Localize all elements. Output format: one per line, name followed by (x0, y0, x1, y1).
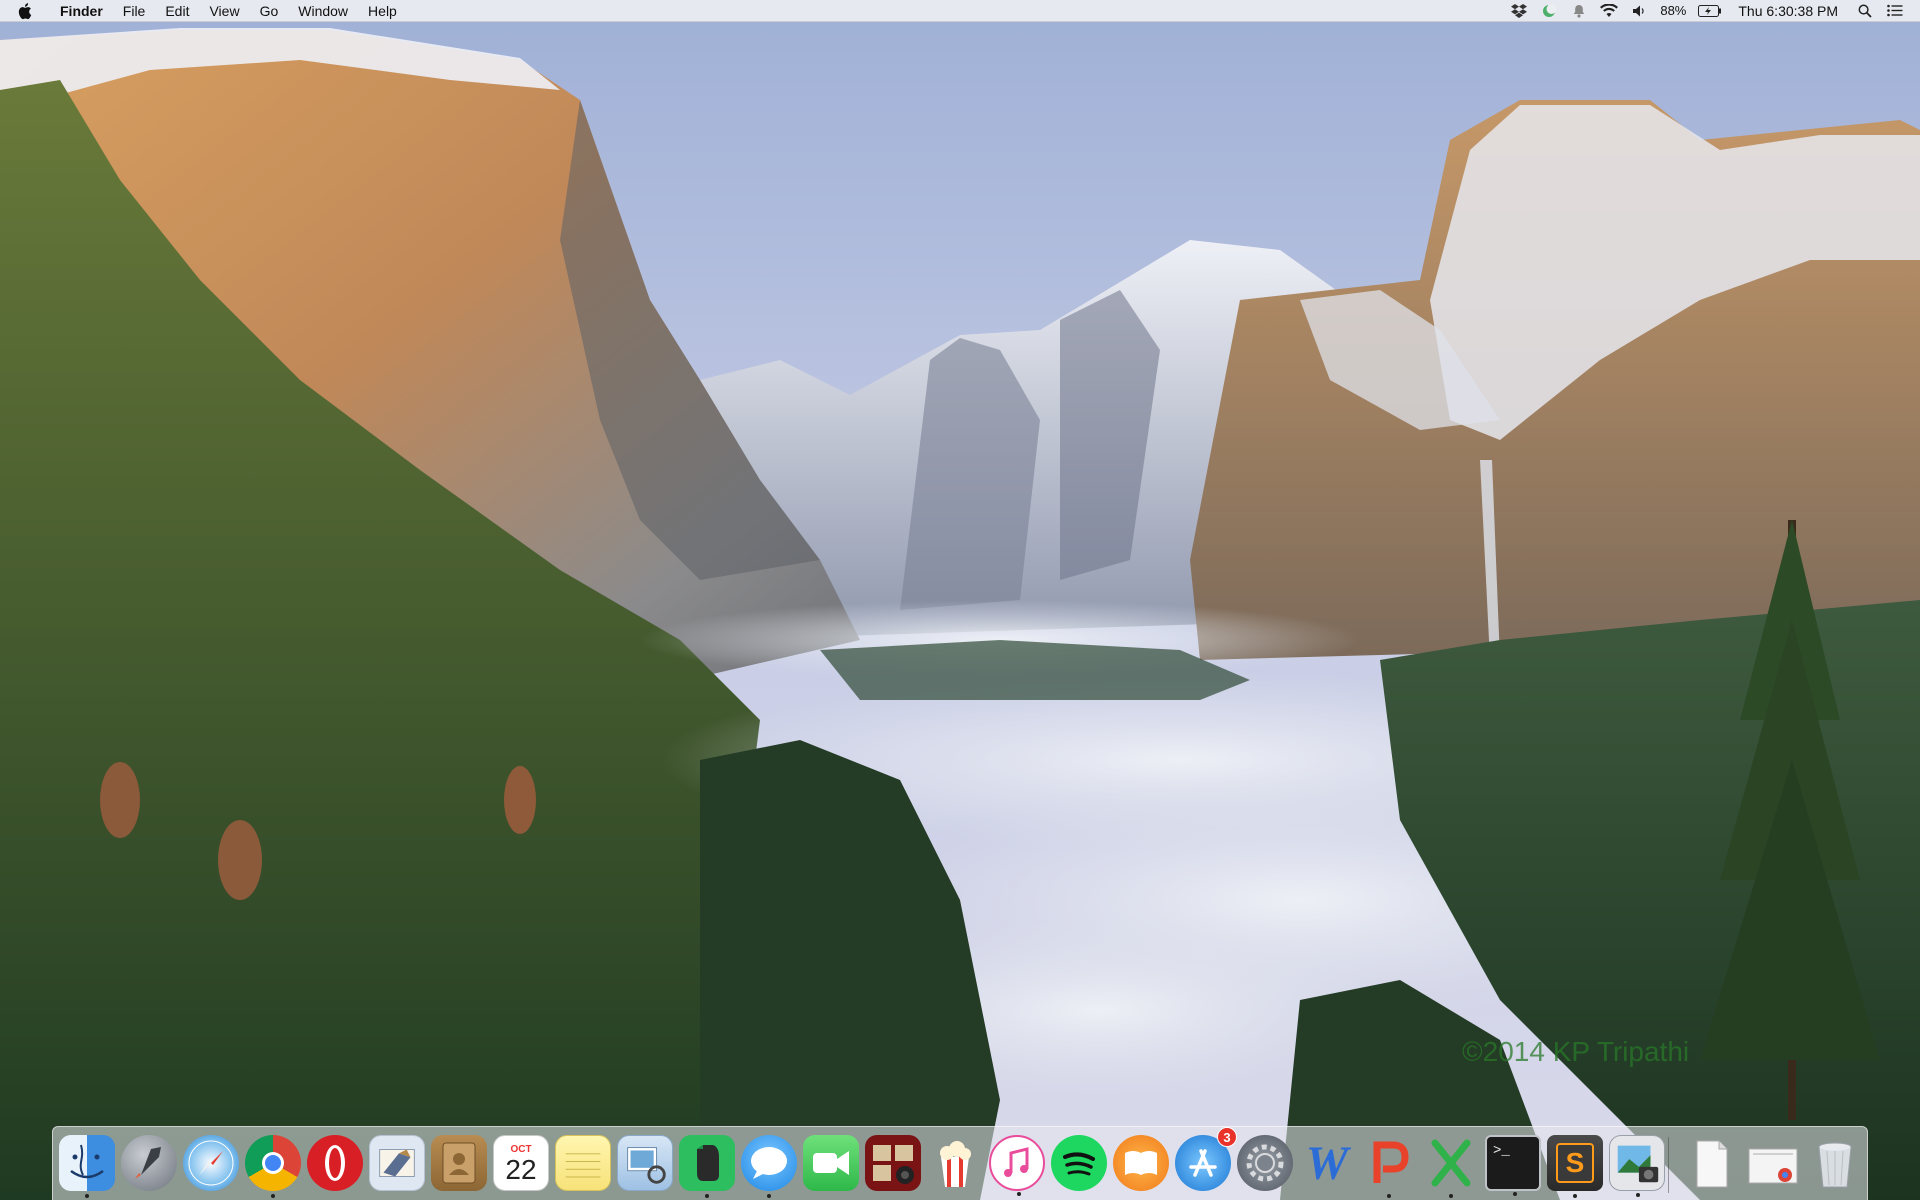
launchpad-icon (135, 1147, 161, 1179)
chrome-icon (262, 1152, 284, 1174)
image-capture-icon (1617, 1145, 1659, 1183)
dock-mail[interactable] (369, 1135, 425, 1191)
itunes-icon (1004, 1147, 1029, 1177)
dock-notes[interactable] (555, 1135, 611, 1191)
dock-system-preferences[interactable] (1237, 1135, 1293, 1191)
notification-icon[interactable] (1570, 3, 1588, 19)
dock-trash[interactable] (1807, 1135, 1863, 1191)
safari-icon (188, 1140, 234, 1186)
dock-facetime[interactable] (803, 1135, 859, 1191)
notes-icon (565, 1153, 601, 1178)
running-indicator (1636, 1193, 1640, 1197)
running-indicator (271, 1194, 275, 1198)
sublime-text-icon: S (1555, 1143, 1595, 1183)
dropbox-icon[interactable] (1510, 3, 1528, 19)
battery-icon[interactable] (1698, 3, 1722, 19)
dock-contacts[interactable] (431, 1135, 487, 1191)
wifi-icon[interactable] (1600, 3, 1619, 19)
word-icon: W (1305, 1136, 1349, 1190)
menu-view[interactable]: View (199, 0, 249, 22)
dock-safari[interactable] (183, 1135, 239, 1191)
notification-center-icon[interactable] (1886, 3, 1904, 19)
document-stack-icon (1696, 1140, 1728, 1188)
running-indicator (705, 1194, 709, 1198)
menu-help[interactable]: Help (358, 0, 407, 22)
photo-booth-icon (873, 1145, 914, 1184)
dock-separator (1668, 1137, 1669, 1193)
dock-messages[interactable] (741, 1135, 797, 1198)
preview-icon (627, 1147, 666, 1184)
downloads-stack-icon (1748, 1148, 1798, 1184)
dock-photo-booth[interactable] (865, 1135, 921, 1191)
powerpoint-icon (1373, 1141, 1409, 1183)
app-store-badge: 3 (1217, 1127, 1237, 1147)
menu-edit[interactable]: Edit (155, 0, 199, 22)
mail-icon (379, 1149, 415, 1177)
dock: OCT 22 3 W >_ S (52, 1126, 1868, 1200)
dock-ibooks[interactable] (1113, 1135, 1169, 1191)
dock-excel[interactable] (1423, 1135, 1479, 1198)
running-indicator (767, 1194, 771, 1198)
menu-bar-clock[interactable]: Thu 6:30:38 PM (1738, 3, 1838, 19)
dock-powerpoint[interactable] (1361, 1135, 1417, 1198)
dock-word[interactable]: W (1299, 1135, 1355, 1191)
ibooks-icon (1125, 1151, 1157, 1175)
spotify-icon (1063, 1152, 1095, 1176)
excel-icon (1431, 1139, 1471, 1187)
finder-icon (70, 1144, 104, 1179)
apple-menu-icon[interactable] (18, 2, 36, 20)
dock-opera[interactable] (307, 1135, 363, 1191)
dock-image-capture[interactable] (1609, 1135, 1665, 1197)
moon-icon[interactable] (1540, 3, 1558, 19)
dock-terminal[interactable]: >_ (1485, 1135, 1541, 1196)
terminal-icon: >_ (1493, 1143, 1510, 1159)
facetime-icon (813, 1151, 849, 1175)
messages-icon (751, 1147, 787, 1179)
menu-window[interactable]: Window (288, 0, 358, 22)
contacts-icon (442, 1142, 476, 1184)
wallpaper-credit-text: ©2014 KP Tripathi (1462, 1036, 1690, 1067)
dock-chrome[interactable] (245, 1135, 301, 1198)
popcorn-icon (940, 1141, 971, 1187)
running-indicator (1449, 1194, 1453, 1198)
trash-icon (1818, 1142, 1852, 1188)
dock-documents-stack[interactable] (1683, 1135, 1739, 1191)
evernote-icon (697, 1145, 719, 1181)
battery-percent[interactable]: 88% (1660, 3, 1686, 18)
running-indicator (1573, 1194, 1577, 1198)
dock-calendar[interactable]: OCT 22 (493, 1135, 549, 1191)
calendar-month: OCT (510, 1143, 532, 1155)
dock-preview[interactable] (617, 1135, 673, 1191)
running-indicator (85, 1194, 89, 1198)
menu-go[interactable]: Go (250, 0, 289, 22)
dock-evernote[interactable] (679, 1135, 735, 1198)
calendar-day: 22 (505, 1153, 537, 1185)
running-indicator (1387, 1194, 1391, 1198)
dock-downloads-stack[interactable] (1745, 1135, 1801, 1191)
dock-finder[interactable] (59, 1135, 115, 1198)
running-indicator (1513, 1192, 1517, 1196)
running-indicator (1017, 1192, 1021, 1196)
spotlight-icon[interactable] (1856, 3, 1874, 19)
dock-launchpad[interactable] (121, 1135, 177, 1191)
opera-icon (325, 1145, 345, 1181)
desktop-wallpaper (0, 0, 1920, 1200)
dock-popcorn-time[interactable] (927, 1135, 983, 1191)
menu-app-finder[interactable]: Finder (52, 0, 113, 22)
menu-file[interactable]: File (113, 0, 156, 22)
dock-spotify[interactable] (1051, 1135, 1107, 1191)
dock-app-store[interactable]: 3 (1175, 1127, 1237, 1191)
menu-bar: Finder File Edit View Go Window Help 88%… (0, 0, 1920, 22)
dock-sublime-text[interactable]: S (1547, 1135, 1603, 1198)
volume-icon[interactable] (1630, 3, 1648, 19)
system-preferences-icon (1246, 1144, 1284, 1182)
dock-itunes[interactable] (989, 1135, 1045, 1196)
